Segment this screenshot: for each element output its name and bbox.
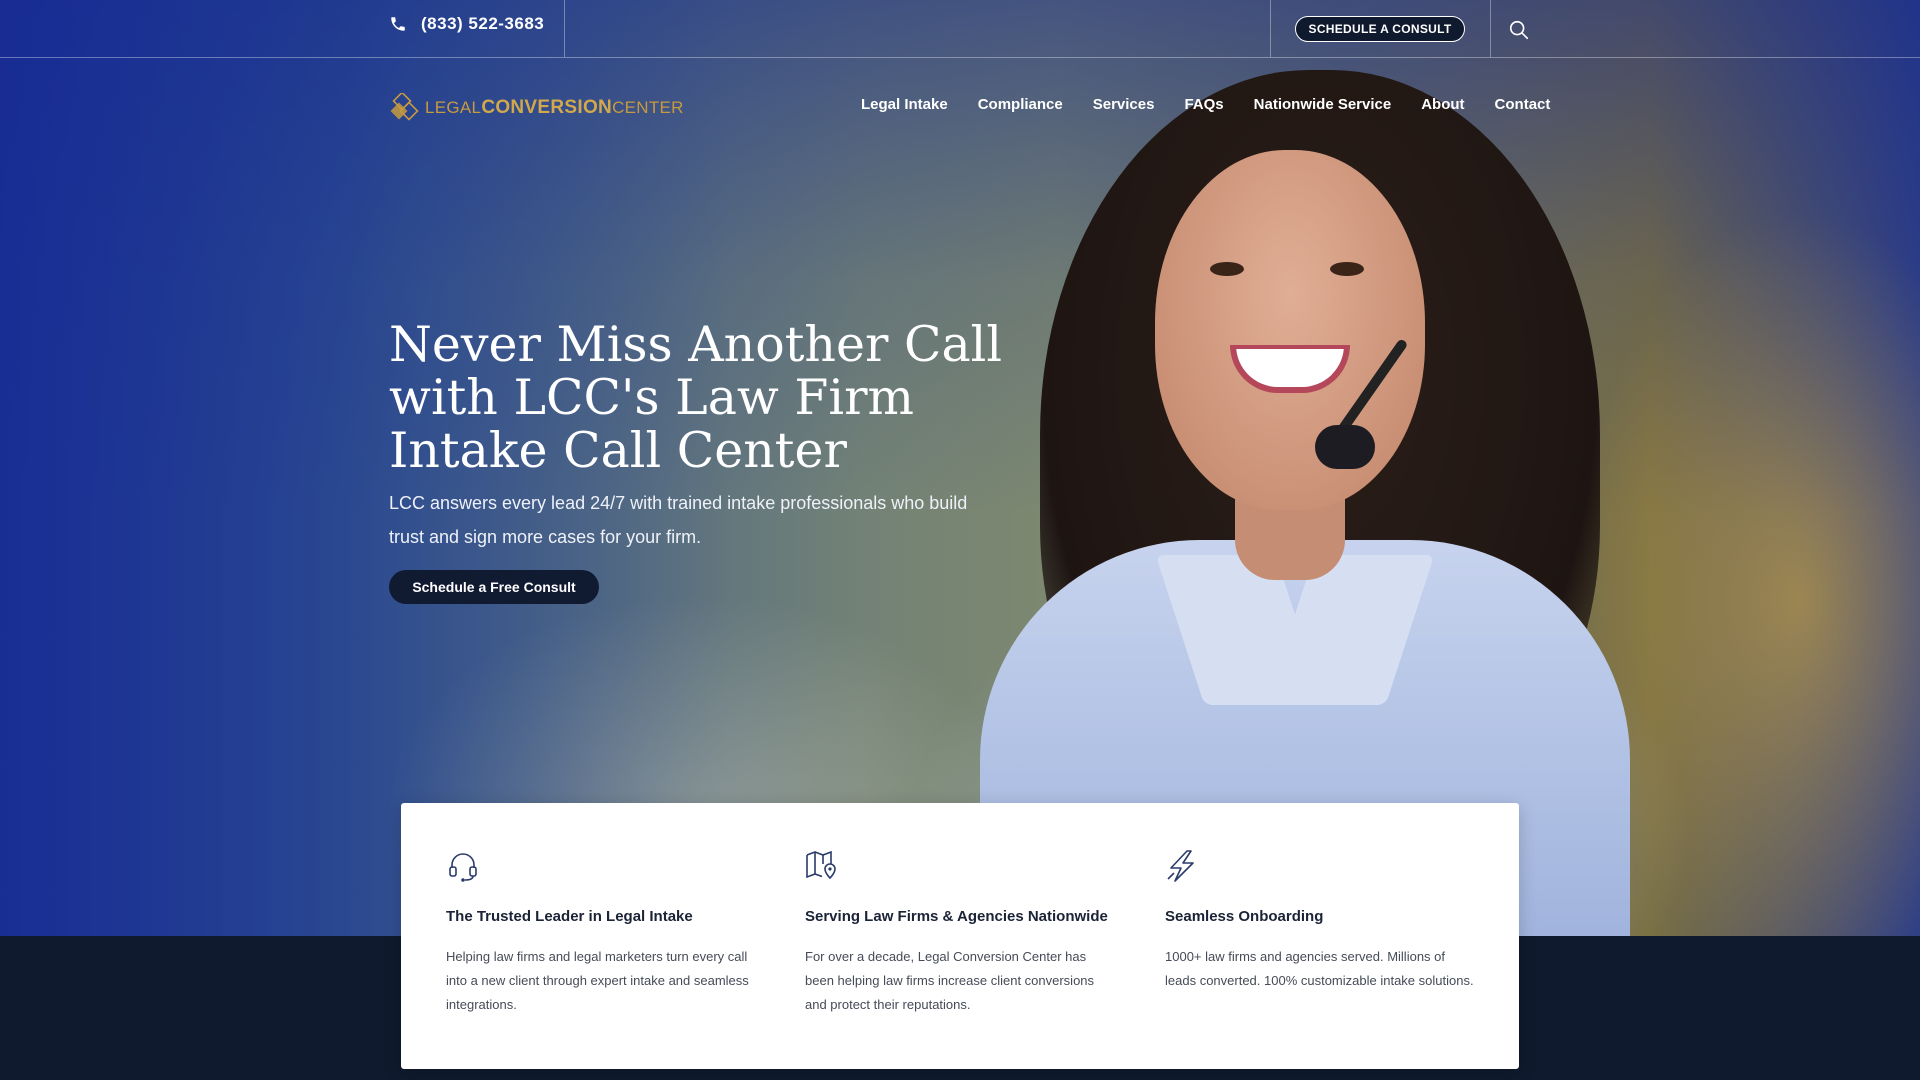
phone-icon [391,17,405,31]
nav-services[interactable]: Services [1093,96,1155,113]
logo-word-legal: LEGAL [425,98,482,117]
nav-about[interactable]: About [1421,96,1464,113]
hero-subtitle: LCC answers every lead 24/7 with trained… [389,493,968,547]
nav-legal-intake[interactable]: Legal Intake [861,96,948,113]
site-logo[interactable]: LEGALCONVERSIONCENTER [389,93,684,123]
phone-link[interactable]: (833) 522-3683 [389,14,544,34]
logo-wordmark: LEGALCONVERSIONCENTER [425,97,684,119]
eye-right [1330,262,1364,276]
search-icon[interactable] [1508,19,1530,41]
phone-number: (833) 522-3683 [421,14,545,33]
divider [1270,0,1271,57]
feature-text: For over a decade, Legal Conversion Cent… [805,949,1095,1012]
feature-title: The Trusted Leader in Legal Intake [446,908,693,925]
feature-item: Seamless Onboarding 1000+ law firms and … [1165,849,1475,993]
face-shape [1155,150,1425,510]
feature-title: Serving Law Firms & Agencies Nationwide [805,908,1108,925]
logo-word-center: CENTER [612,98,684,117]
schedule-consult-button[interactable]: SCHEDULE A CONSULT [1295,16,1465,42]
headset-mic [1315,425,1375,469]
feature-item: The Trusted Leader in Legal Intake Helpi… [446,849,756,1017]
divider [564,0,565,57]
feature-title: Seamless Onboarding [1165,908,1324,925]
main-nav: Legal Intake Compliance Services FAQs Na… [861,96,1580,113]
eye-left [1210,262,1244,276]
schedule-free-consult-button[interactable]: Schedule a Free Consult [389,570,599,604]
nav-faqs[interactable]: FAQs [1184,96,1223,113]
nav-compliance[interactable]: Compliance [978,96,1063,113]
nav-contact[interactable]: Contact [1495,96,1551,113]
top-bar: (833) 522-3683 SCHEDULE A CONSULT [0,0,1920,58]
divider [1490,0,1491,57]
nav-nationwide-service[interactable]: Nationwide Service [1254,96,1392,113]
hero-title: Never Miss Another Call with LCC's Law F… [389,316,1003,479]
headset-icon [449,853,477,882]
logo-word-conversion: CONVERSION [481,97,613,118]
feature-text: 1000+ law firms and agencies served. Mil… [1165,949,1474,988]
diamond-logo-icon [390,93,419,121]
feature-text: Helping law firms and legal marketers tu… [446,949,749,1012]
feature-item: Serving Law Firms & Agencies Nationwide … [805,849,1115,1017]
lightning-icon [1167,850,1194,882]
map-pin-icon [806,850,836,880]
features-card: The Trusted Leader in Legal Intake Helpi… [401,803,1519,1069]
